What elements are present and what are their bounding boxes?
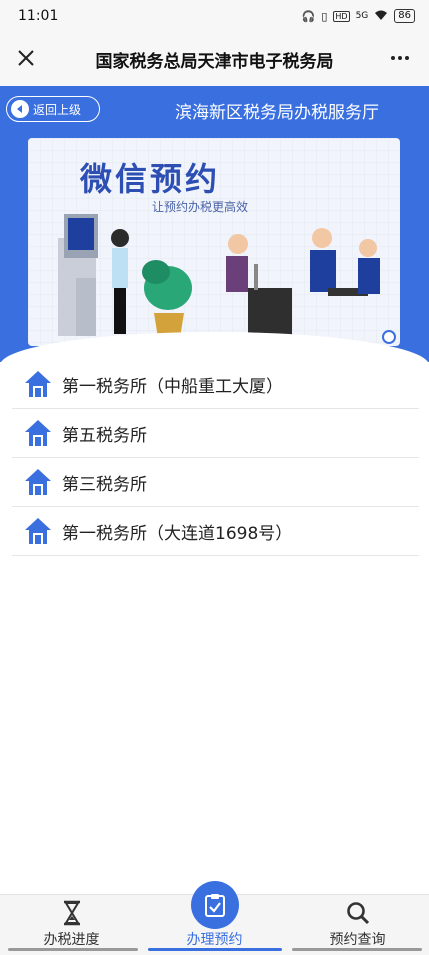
tab-label: 办税进度	[43, 932, 100, 948]
banner-subtitle: 让预约办税更高效	[152, 200, 249, 214]
tab-query[interactable]: 预约查询	[286, 895, 429, 955]
tab-underline	[8, 948, 138, 951]
office-label: 第三税务所	[62, 474, 147, 495]
house-icon	[25, 420, 51, 446]
office-title: 滨海新区税务局办税服务厅	[175, 103, 379, 123]
back-button[interactable]: 返回上级	[6, 96, 100, 122]
clipboard-check-icon	[204, 894, 225, 917]
back-arrow-icon	[11, 100, 29, 118]
search-icon	[344, 899, 372, 927]
house-icon	[25, 469, 51, 495]
bottom-tab-bar: 办税进度 办理预约 预约查询	[0, 881, 429, 955]
list-item-office[interactable]: 第一税务所（中船重工大厦）	[12, 360, 419, 409]
banner-title: 微信预约	[80, 160, 221, 198]
more-dots-icon	[391, 56, 395, 60]
more-button[interactable]	[385, 44, 415, 72]
status-time: 11:01	[18, 8, 59, 24]
tab-label: 预约查询	[329, 932, 386, 948]
close-icon	[18, 50, 34, 66]
vibrate-icon: ▯	[321, 9, 328, 23]
list-item-office[interactable]: 第一税务所（大连道1698号）	[12, 507, 419, 556]
tab-label: 办理预约	[186, 932, 243, 948]
house-icon	[25, 371, 51, 397]
header-band: 返回上级 滨海新区税务局办税服务厅	[0, 86, 429, 132]
office-label: 第五税务所	[62, 425, 147, 446]
kiosk-illustration	[58, 214, 98, 336]
status-bar: 11:01 🎧 ▯ HD 5G 86	[0, 0, 429, 32]
carousel-dot[interactable]	[382, 330, 396, 344]
list-item-office[interactable]: 第三税务所	[12, 458, 419, 507]
hd-badge: HD	[333, 10, 350, 22]
tab-underline	[292, 948, 422, 951]
nav-bar: 国家税务总局天津市电子税务局	[0, 32, 429, 86]
close-button[interactable]	[12, 44, 40, 72]
active-tab-underline	[148, 948, 282, 951]
banner-card: 微信预约 让预约办税更高效	[28, 138, 400, 346]
battery-indicator: 86	[394, 9, 415, 23]
tab-appointment[interactable]: 办理预约	[143, 881, 286, 955]
back-label: 返回上级	[33, 102, 82, 117]
office-label: 第一税务所（中船重工大厦）	[62, 376, 283, 397]
signal-label: 5G	[355, 11, 369, 21]
house-icon	[25, 518, 51, 544]
headphones-icon: 🎧	[301, 9, 316, 23]
status-icons: 🎧 ▯ HD 5G 86	[302, 9, 415, 24]
tab-center-button[interactable]	[190, 881, 239, 929]
page-title: 国家税务总局天津市电子税务局	[95, 51, 334, 72]
banner: 微信预约 让预约办税更高效	[0, 132, 429, 362]
list-item-office[interactable]: 第五税务所	[12, 409, 419, 458]
hourglass-icon	[58, 899, 86, 927]
office-label: 第一税务所（大连道1698号）	[62, 523, 293, 544]
office-list: 第一税务所（中船重工大厦） 第五税务所 第三税务所 第一税务所（大连道1698号…	[12, 360, 419, 556]
wifi-icon	[374, 9, 388, 24]
tab-progress[interactable]: 办税进度	[0, 895, 143, 955]
